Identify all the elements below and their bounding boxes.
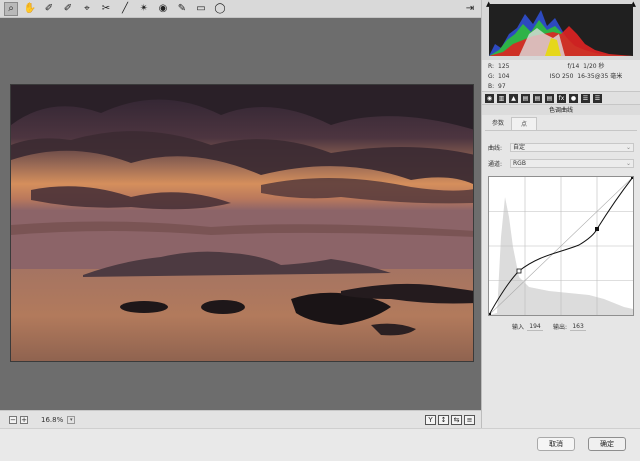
zoom-in-button[interactable]: + [20, 415, 28, 424]
zoom-tool-icon[interactable]: ⌕ [4, 1, 18, 16]
g-label: G: [488, 73, 495, 80]
zoom-out-button[interactable]: − [9, 415, 17, 424]
curve-preset-select[interactable]: 自定 ⌄ [510, 142, 634, 152]
crop-tool-icon[interactable]: ✂ [99, 2, 113, 16]
panel-title: 色调曲线 [482, 105, 640, 115]
input-label: 输入 [512, 324, 525, 331]
ok-button[interactable]: 确定 [588, 437, 626, 451]
zoom-dropdown-icon[interactable]: ▾ [67, 415, 76, 424]
aperture: f/14 [567, 63, 580, 70]
preview-preferences-icon[interactable]: ≡ [464, 415, 475, 425]
r-value: 125 [498, 63, 510, 70]
straighten-tool-icon[interactable]: ╱ [118, 2, 132, 16]
copy-settings-icon[interactable]: ⇆ [451, 415, 462, 425]
red-eye-tool-icon[interactable]: ◉ [156, 2, 170, 16]
adjustment-brush-tool-icon[interactable]: ✎ [175, 2, 189, 16]
effects-tab-icon[interactable]: fx [557, 93, 566, 103]
pixel-readout: R: 125 G: 104 B: 97 f/14 1/20 秒 ISO 250 16-… [488, 62, 638, 92]
detail-tab-icon[interactable]: ▲ [509, 93, 518, 103]
hsl-tab-icon[interactable]: ▤ [521, 93, 530, 103]
curve-point-selected[interactable] [595, 227, 599, 231]
camera-info: f/14 1/20 秒 ISO 250 16-35@35 毫米 [536, 62, 636, 82]
spot-removal-tool-icon[interactable]: ✴ [137, 2, 151, 16]
g-value: 104 [498, 73, 510, 80]
image-preview-area[interactable] [0, 18, 481, 410]
lens: 16-35@35 毫米 [577, 73, 623, 80]
hand-tool-icon[interactable]: ✋ [23, 2, 37, 16]
curve-subtabs: 参数 点 [485, 117, 637, 131]
output-value[interactable]: 163 [570, 322, 587, 331]
curve-preset-row: 曲线: 自定 ⌄ [488, 142, 634, 152]
curve-point[interactable] [516, 268, 522, 274]
graduated-filter-tool-icon[interactable]: ▭ [194, 2, 208, 16]
histogram [489, 4, 633, 56]
top-toolbar: ⌕ ✋ ✐ ✐ ⌖ ✂ ╱ ✴ ◉ ✎ ▭ ◯ ⇥ [0, 0, 481, 18]
curve-label: 曲线: [488, 144, 503, 152]
tab-point[interactable]: 点 [511, 117, 537, 130]
r-label: R: [488, 63, 495, 70]
zoom-level: 16.8% [41, 415, 64, 424]
swap-settings-icon[interactable]: ↕ [438, 415, 449, 425]
channel-row: 通道: RGB ⌄ [488, 158, 634, 168]
preview-status-bar: − + 16.8% ▾ Y ↕ ⇆ ≡ [0, 410, 481, 428]
curve-io-row: 输入 194 输出: 163 [512, 322, 596, 331]
snapshots-tab-icon[interactable]: ☰ [593, 93, 602, 103]
exit-fullscreen-icon[interactable]: ⇥ [463, 2, 477, 16]
before-after-icon[interactable]: Y [425, 415, 436, 425]
adjustments-panel: ▲ ▲ R:125 G:104 B:97 f/14 1/20 秒 ISO 250… [481, 0, 640, 428]
tab-parametric[interactable]: 参数 [485, 117, 511, 130]
radial-filter-tool-icon[interactable]: ◯ [213, 2, 227, 16]
dialog-footer: 取消 确定 [0, 428, 640, 461]
presets-tab-icon[interactable]: ☰ [581, 93, 590, 103]
white-balance-tool-icon[interactable]: ✐ [42, 2, 56, 16]
input-value[interactable]: 194 [527, 322, 544, 331]
basic-tab-icon[interactable]: ◉ [485, 93, 494, 103]
channel-label: 通道: [488, 160, 503, 168]
panel-tab-icons: ◉ ▥ ▲ ▤ ▤ ▤ fx ● ☰ ☰ [482, 91, 640, 105]
sunset-photo [11, 85, 473, 361]
tone-curve-tab-icon[interactable]: ▥ [497, 93, 506, 103]
split-toning-tab-icon[interactable]: ▤ [533, 93, 542, 103]
camera-calibration-tab-icon[interactable]: ● [569, 93, 578, 103]
color-sampler-tool-icon[interactable]: ✐ [61, 2, 75, 16]
channel-select[interactable]: RGB ⌄ [510, 158, 634, 168]
view-mode-icons: Y ↕ ⇆ ≡ [423, 415, 475, 425]
tone-curve-editor[interactable] [488, 176, 634, 316]
targeted-adjust-tool-icon[interactable]: ⌖ [80, 2, 94, 16]
output-label: 输出: [553, 324, 568, 331]
shutter: 1/20 秒 [583, 63, 605, 70]
photo-preview[interactable] [10, 84, 474, 362]
iso: ISO 250 [549, 73, 574, 80]
histogram-area: ▲ ▲ [482, 0, 640, 60]
lens-tab-icon[interactable]: ▤ [545, 93, 554, 103]
cancel-button[interactable]: 取消 [537, 437, 575, 451]
